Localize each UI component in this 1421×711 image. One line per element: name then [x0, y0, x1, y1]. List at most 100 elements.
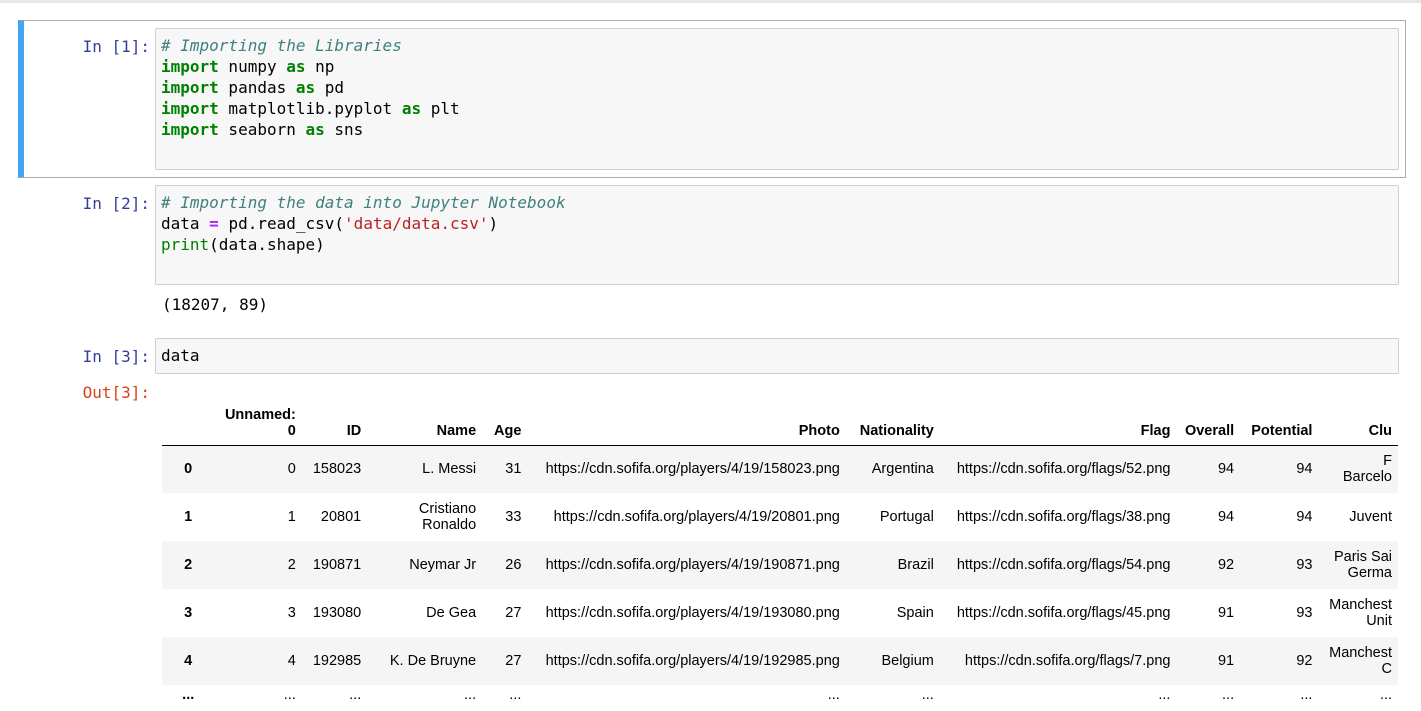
code-line: data	[161, 346, 200, 365]
cell-club: Manchest C	[1329, 645, 1392, 677]
ellipsis: ...	[182, 687, 195, 703]
cell-potential: 93	[1296, 557, 1313, 573]
module-name: numpy	[218, 57, 287, 76]
index-header	[162, 394, 215, 446]
column-header-name: Name	[367, 394, 483, 446]
ellipsis: ...	[349, 687, 362, 703]
cell-unnamed: 4	[287, 653, 296, 669]
keyword-import: import	[161, 57, 219, 76]
row-index: 4	[184, 653, 193, 669]
cell-name: K. De Bruyne	[389, 653, 477, 669]
cell-photo: https://cdn.sofifa.org/players/4/19/2080…	[553, 509, 840, 525]
code-line: # Importing the data into Jupyter Notebo…	[161, 192, 1393, 213]
cell-nationality: Brazil	[897, 557, 934, 573]
cell-photo: https://cdn.sofifa.org/players/4/19/1580…	[545, 461, 840, 478]
module-alias: np	[305, 57, 335, 76]
column-header-photo: Photo	[527, 394, 846, 446]
module-alias: pd	[315, 78, 345, 97]
cell-flag: https://cdn.sofifa.org/flags/38.png	[956, 509, 1171, 525]
row-index: 2	[184, 557, 193, 573]
keyword-import: import	[161, 78, 219, 97]
cell-photo: https://cdn.sofifa.org/players/4/19/1930…	[545, 605, 840, 621]
cell-overall: 94	[1217, 509, 1235, 525]
cell-potential: 94	[1296, 509, 1313, 525]
input-prompt: In [3]:	[82, 347, 150, 366]
cell-age: 26	[505, 557, 522, 573]
cell-name: Cristiano Ronaldo	[418, 501, 477, 533]
keyword-import: import	[161, 120, 219, 139]
output-prompt: Out[3]:	[82, 383, 150, 402]
column-header-club: Clu	[1318, 394, 1398, 446]
code-comment: # Importing the data into Jupyter Notebo…	[161, 193, 566, 212]
table-row: 0 0 158023 L. Messi 31 https://cdn.sofif…	[162, 445, 1398, 493]
code-line: # Importing the Libraries	[161, 35, 1393, 56]
cell-club: Juvent	[1349, 509, 1392, 525]
cell-nationality: Portugal	[879, 509, 934, 525]
code-editor[interactable]: # Importing the Libraries import numpy a…	[155, 28, 1399, 170]
keyword-as: as	[401, 99, 422, 118]
ellipsis: ...	[1379, 687, 1392, 703]
dataframe-output[interactable]: Unnamed: 0 ID Name Age Photo Nationality …	[162, 394, 1398, 711]
input-prompt: In [1]:	[82, 37, 150, 56]
ellipsis: ...	[283, 687, 296, 703]
cell-unnamed: 1	[287, 509, 296, 525]
cell-unnamed: 0	[287, 461, 296, 478]
code-line: data = pd.read_csv('data/data.csv')	[161, 213, 1393, 234]
module-alias: plt	[421, 99, 460, 118]
header-row: Unnamed: 0 ID Name Age Photo Nationality …	[162, 394, 1398, 446]
stdout-output: (18207, 89)	[162, 295, 268, 314]
builtin-function: print	[161, 235, 210, 254]
cell-club: Manchest Unit	[1329, 597, 1392, 629]
cell-id: 192985	[312, 653, 362, 669]
cell-id: 193080	[312, 605, 362, 621]
code-line: import numpy as np	[161, 56, 1393, 77]
dataframe-table: Unnamed: 0 ID Name Age Photo Nationality …	[162, 394, 1398, 705]
cell-flag: https://cdn.sofifa.org/flags/7.png	[964, 653, 1171, 669]
cell-photo: https://cdn.sofifa.org/players/4/19/1908…	[545, 557, 840, 573]
cell-overall: 94	[1217, 461, 1235, 478]
ellipsis: ...	[509, 687, 522, 703]
code-text: (data.shape)	[209, 235, 325, 254]
code-editor[interactable]: data	[155, 338, 1399, 374]
cell-id: 20801	[320, 509, 362, 525]
code-editor[interactable]: # Importing the data into Jupyter Notebo…	[155, 185, 1399, 285]
cell-overall: 92	[1217, 557, 1235, 573]
cell-age: 27	[505, 605, 522, 621]
cell-unnamed: 3	[287, 605, 296, 621]
cell-photo: https://cdn.sofifa.org/players/4/19/1929…	[545, 653, 840, 669]
ellipsis: ...	[464, 687, 477, 703]
cell-overall: 91	[1217, 653, 1235, 669]
table-row: 4 4 192985 K. De Bruyne 27 https://cdn.s…	[162, 637, 1398, 685]
code-line: import pandas as pd	[161, 77, 1393, 98]
module-name: matplotlib.pyplot	[218, 99, 402, 118]
code-text: pd.read_csv(	[218, 214, 345, 233]
string-literal: 'data/data.csv'	[344, 214, 489, 233]
module-name: seaborn	[218, 120, 306, 139]
cell-nationality: Spain	[896, 605, 934, 621]
column-header-id: ID	[301, 394, 368, 446]
cell-overall: 91	[1217, 605, 1235, 621]
column-header-age: Age	[482, 394, 528, 446]
cell-potential: 93	[1296, 605, 1313, 621]
cell-nationality: Argentina	[871, 461, 934, 478]
code-comment: # Importing the Libraries	[161, 36, 402, 55]
notebook-cell-2[interactable]: In [2]: # Importing the data into Jupyte…	[0, 185, 1421, 325]
row-index: 1	[184, 509, 193, 525]
table-row: 3 3 193080 De Gea 27 https://cdn.sofifa.…	[162, 589, 1398, 637]
code-text: )	[488, 214, 499, 233]
cell-unnamed: 2	[287, 557, 296, 573]
keyword-as: as	[305, 120, 325, 139]
ellipsis-row: ... ... ... ... ... ... ... ... ... ... …	[162, 685, 1398, 705]
cell-nationality: Belgium	[881, 653, 934, 669]
cell-name: Neymar Jr	[409, 557, 477, 573]
table-row: 1 1 20801 Cristiano Ronaldo 33 https://cd…	[162, 493, 1398, 541]
ellipsis: ...	[1158, 687, 1171, 703]
keyword-as: as	[295, 78, 316, 97]
cell-name: L. Messi	[422, 461, 477, 478]
cell-id: 190871	[312, 557, 362, 573]
cell-age: 27	[505, 653, 522, 669]
column-header-unnamed: Unnamed: 0	[214, 394, 302, 446]
notebook-cell-1[interactable]: In [1]: # Importing the Libraries import…	[18, 20, 1406, 178]
cell-id: 158023	[312, 461, 362, 478]
input-prompt: In [2]:	[82, 194, 150, 213]
